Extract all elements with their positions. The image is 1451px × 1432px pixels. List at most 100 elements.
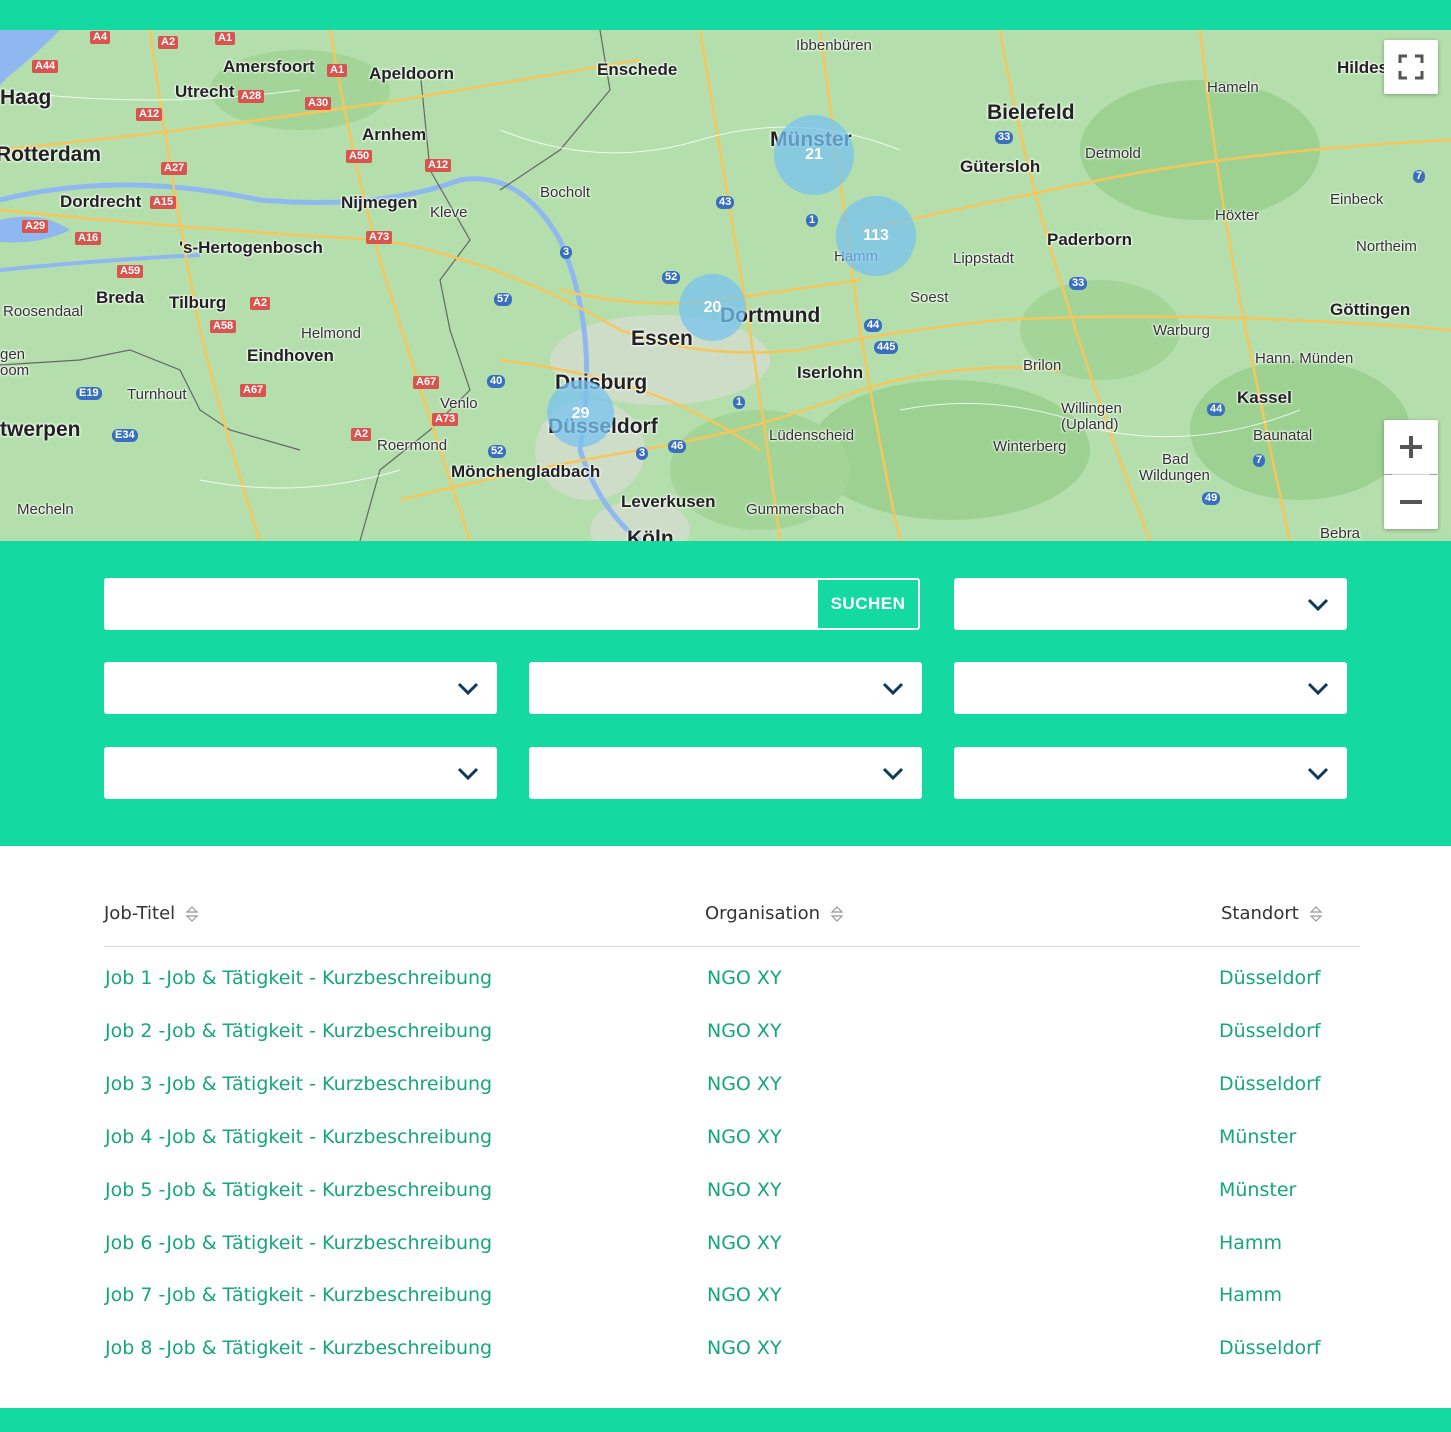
location-link[interactable]: Münster [1219, 1126, 1296, 1148]
zoom-out-button[interactable] [1384, 475, 1438, 529]
map-city-label: Bad [1162, 451, 1189, 468]
map-city-label: Detmold [1085, 145, 1141, 162]
map-city-label: Dordrecht [60, 192, 142, 211]
chevron-down-icon [882, 767, 904, 781]
map-city-label: Utrecht [175, 82, 235, 101]
map-marker-cluster[interactable]: 20 [679, 274, 746, 341]
job-title-link[interactable]: Job 1 -Job & Tätigkeit - Kurzbeschreibun… [105, 967, 492, 989]
organisation-link[interactable]: NGO XY [707, 1179, 782, 1201]
organisation-link[interactable]: NGO XY [707, 1126, 782, 1148]
road-shield: 43 [716, 196, 735, 209]
organisation-link[interactable]: NGO XY [707, 1337, 782, 1359]
map-city-label: Turnhout [127, 386, 187, 403]
map-city-label: Arnhem [362, 125, 427, 144]
map-marker-cluster[interactable]: 29 [547, 380, 614, 447]
road-shield: A16 [75, 232, 102, 245]
job-title-link[interactable]: Job 6 -Job & Tätigkeit - Kurzbeschreibun… [105, 1232, 492, 1254]
location-link[interactable]: Düsseldorf [1219, 1073, 1321, 1095]
location-link[interactable]: Hamm [1219, 1232, 1282, 1254]
job-title-link[interactable]: Job 5 -Job & Tätigkeit - Kurzbeschreibun… [105, 1179, 492, 1201]
organisation-link[interactable]: NGO XY [707, 1232, 782, 1254]
fullscreen-icon [1398, 54, 1424, 80]
map-city-label: 's-Hertogenbosch [179, 238, 323, 257]
zoom-in-button[interactable] [1384, 420, 1438, 474]
column-header-label: Organisation [705, 903, 821, 924]
road-shield: A58 [210, 320, 237, 333]
column-header-organisation[interactable]: Organisation [705, 903, 844, 924]
search-input[interactable] [104, 578, 816, 630]
search-bar: SUCHEN [104, 578, 920, 630]
sort-icon [185, 905, 199, 922]
map-city-label: Wildungen [1139, 467, 1210, 484]
map-marker-cluster[interactable]: 113 [836, 196, 916, 276]
road-shield: 445 [874, 341, 899, 354]
map-city-label: Bielefeld [987, 101, 1075, 124]
road-shield: A73 [432, 413, 459, 426]
road-shield: A12 [136, 108, 163, 121]
road-shield: 3 [560, 246, 573, 259]
map-city-label: oom [0, 362, 30, 379]
column-header-label: Standort [1221, 903, 1299, 924]
road-shield: 46 [668, 440, 687, 453]
location-link[interactable]: Hamm [1219, 1284, 1282, 1306]
search-button[interactable]: SUCHEN [817, 579, 919, 629]
organisation-link[interactable]: NGO XY [707, 1020, 782, 1042]
road-shield: 52 [662, 271, 681, 284]
map-city-label: Köln [627, 527, 674, 541]
job-title-link[interactable]: Job 4 -Job & Tätigkeit - Kurzbeschreibun… [105, 1126, 492, 1148]
job-title-link[interactable]: Job 3 -Job & Tätigkeit - Kurzbeschreibun… [105, 1073, 492, 1095]
road-shield: A28 [238, 90, 265, 103]
job-title-link[interactable]: Job 2 -Job & Tätigkeit - Kurzbeschreibun… [105, 1020, 492, 1042]
column-header-label: Job-Titel [104, 903, 176, 924]
map-city-label: Hildes [1337, 58, 1389, 77]
road-shield: 44 [1207, 403, 1226, 416]
road-shield: 44 [864, 319, 883, 332]
map-city-label: Roermond [377, 437, 448, 454]
map-city-label: twerpen [0, 418, 81, 441]
road-shield: A2 [250, 297, 271, 310]
map-city-label: Iserlohn [797, 363, 864, 382]
sort-icon [1309, 905, 1323, 922]
road-shield: 49 [1202, 492, 1221, 505]
map-city-label: Ibbenbüren [796, 37, 872, 54]
road-shield: 33 [995, 131, 1014, 144]
road-shield: 52 [488, 445, 507, 458]
road-shield: 3 [636, 447, 649, 460]
filter-select-7[interactable] [954, 747, 1347, 799]
job-title-link[interactable]: Job 8 -Job & Tätigkeit - Kurzbeschreibun… [105, 1337, 492, 1359]
column-header-job-title[interactable]: Job-Titel [104, 903, 199, 924]
fullscreen-button[interactable] [1384, 40, 1438, 94]
road-shield: A67 [413, 376, 440, 389]
column-header-location[interactable]: Standort [1221, 903, 1323, 924]
road-shield: A12 [425, 159, 452, 172]
filter-select-2[interactable] [104, 662, 497, 714]
filter-select-1[interactable] [954, 578, 1347, 630]
chevron-down-icon [1307, 682, 1329, 696]
road-shield: A2 [158, 36, 179, 49]
map-city-label: Eindhoven [247, 346, 334, 365]
chevron-down-icon [1307, 598, 1329, 612]
filter-select-3[interactable] [529, 662, 922, 714]
road-shield: A2 [351, 428, 372, 441]
filter-select-4[interactable] [954, 662, 1347, 714]
location-link[interactable]: Münster [1219, 1179, 1296, 1201]
map-city-label: (Upland) [1061, 416, 1119, 433]
organisation-link[interactable]: NGO XY [707, 1284, 782, 1306]
job-title-link[interactable]: Job 7 -Job & Tätigkeit - Kurzbeschreibun… [105, 1284, 492, 1306]
organisation-link[interactable]: NGO XY [707, 1073, 782, 1095]
map[interactable]: Haag Rotterdam Dordrecht Utrecht Amersfoort A… [0, 30, 1451, 541]
map-city-label: Kleve [430, 204, 468, 221]
road-shield: A59 [117, 265, 144, 278]
map-marker-cluster[interactable]: 21 [774, 115, 854, 195]
road-shield: A27 [161, 162, 188, 175]
road-shield: 7 [1413, 170, 1426, 183]
filter-select-5[interactable] [104, 747, 497, 799]
filter-select-6[interactable] [529, 747, 922, 799]
map-city-label: Bocholt [540, 184, 591, 201]
location-link[interactable]: Düsseldorf [1219, 1337, 1321, 1359]
map-city-label: Gütersloh [960, 157, 1041, 176]
location-link[interactable]: Düsseldorf [1219, 1020, 1321, 1042]
map-city-label: Mecheln [17, 501, 74, 518]
organisation-link[interactable]: NGO XY [707, 967, 782, 989]
location-link[interactable]: Düsseldorf [1219, 967, 1321, 989]
